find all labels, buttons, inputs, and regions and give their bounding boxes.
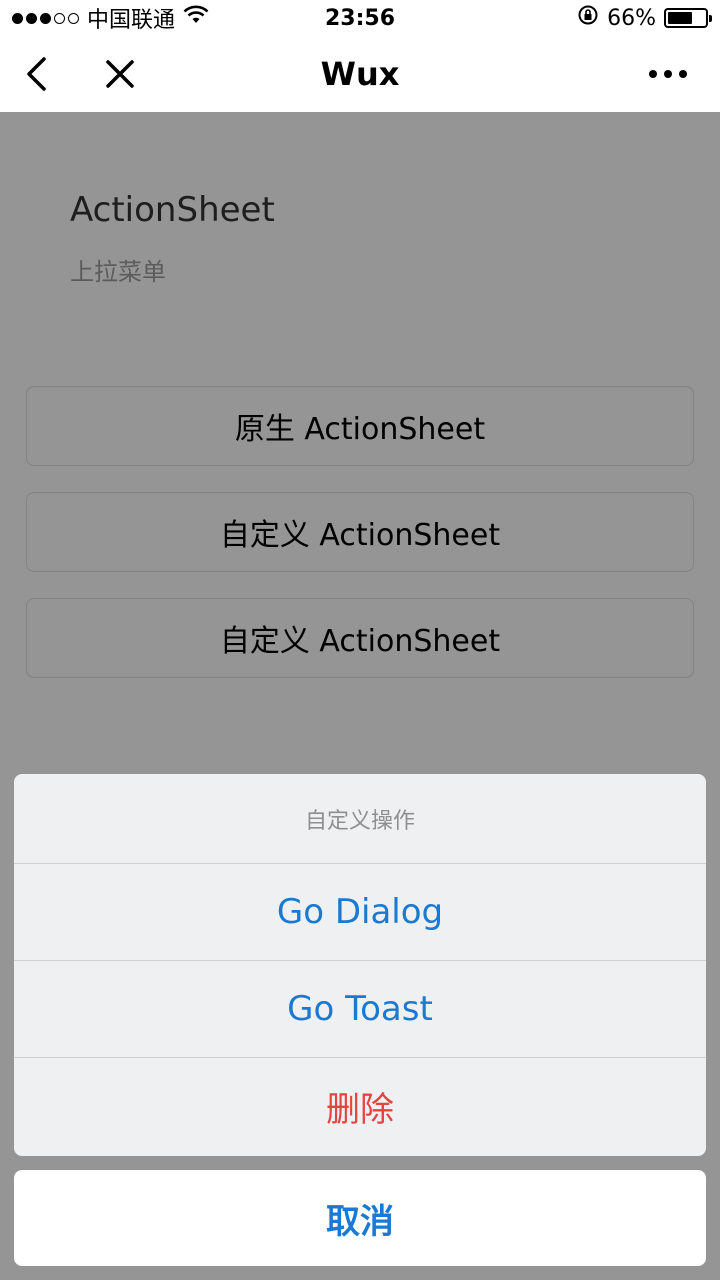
action-sheet-title: 自定义操作 [14,774,706,864]
action-go-dialog[interactable]: Go Dialog [14,864,706,961]
action-go-toast[interactable]: Go Toast [14,961,706,1058]
rotation-lock-icon [577,4,599,32]
battery-icon [664,8,712,28]
status-right: 66% [577,4,712,32]
more-icon[interactable] [648,54,688,94]
back-chevron-icon[interactable] [16,54,56,94]
carrier-name: 中国联通 [87,8,176,33]
action-sheet-cancel-button[interactable]: 取消 [14,1170,706,1266]
nav-bar: Wux [0,36,720,112]
wifi-icon [183,5,209,31]
battery-percent: 66% [607,5,656,31]
battery-level-fill [668,12,692,24]
status-left: 中国联通 [12,2,209,34]
action-sheet-menu: 自定义操作 Go Dialog Go Toast 删除 [14,774,706,1156]
signal-strength-icon [12,12,79,24]
action-delete[interactable]: 删除 [14,1058,706,1155]
close-icon[interactable] [100,54,140,94]
status-bar: 中国联通 23:56 66% [0,0,720,36]
